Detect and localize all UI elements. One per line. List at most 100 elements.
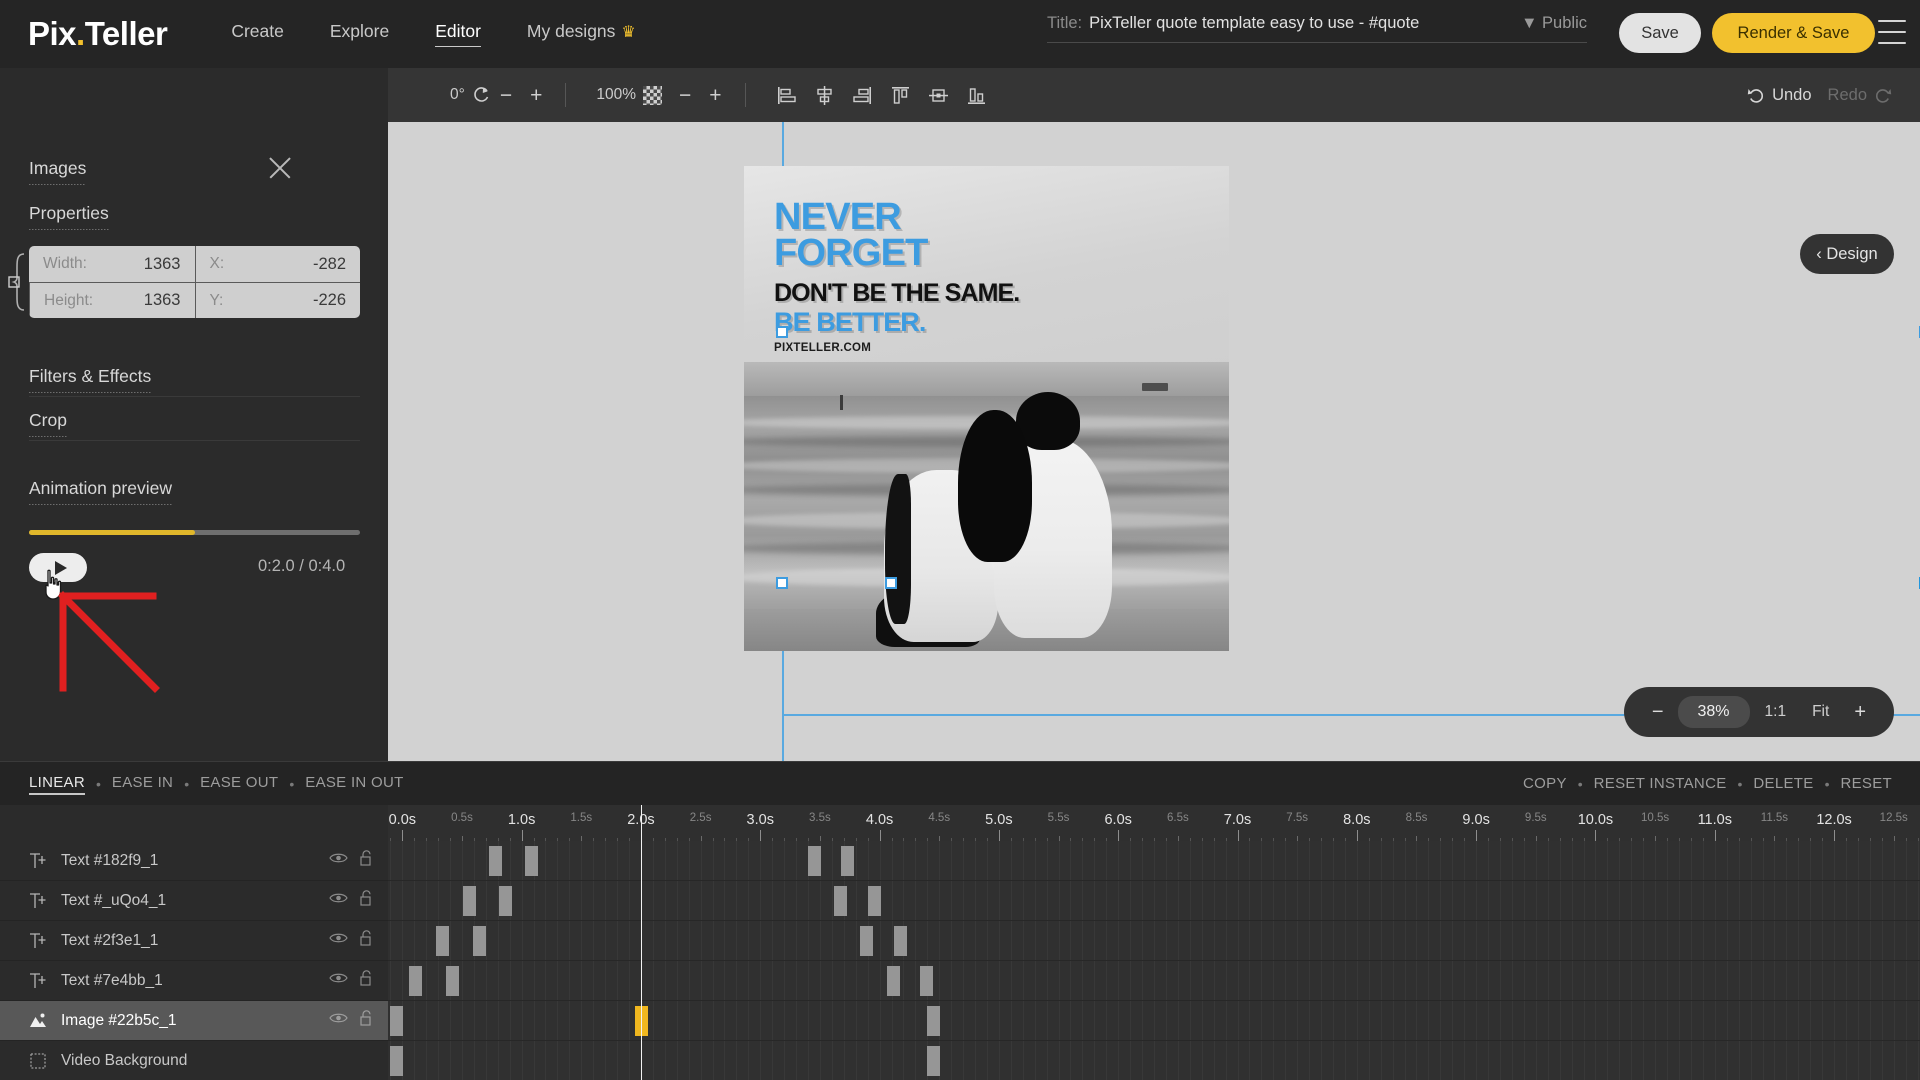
eye-icon[interactable] [329, 851, 348, 865]
eye-icon[interactable] [329, 931, 348, 950]
render-and-save-button[interactable]: Render & Save [1712, 13, 1875, 53]
unlock-icon[interactable] [359, 1009, 374, 1032]
unlock-icon[interactable] [359, 969, 374, 987]
rotate-cw-icon[interactable] [471, 85, 491, 105]
eye-icon[interactable] [329, 891, 348, 905]
action-reset-instance[interactable]: RESET INSTANCE [1594, 775, 1727, 792]
keyframe-block[interactable] [472, 926, 486, 956]
unlock-icon[interactable] [359, 969, 374, 992]
x-value[interactable]: -282 [313, 255, 346, 274]
easing-option-linear[interactable]: LINEAR [29, 774, 85, 795]
keyframe-block[interactable] [807, 846, 821, 876]
design-poster-image[interactable]: NEVER FORGET DON'T BE THE SAME. BE BETTE… [744, 166, 1229, 651]
unlock-icon[interactable] [359, 849, 374, 872]
save-button[interactable]: Save [1619, 13, 1701, 53]
action-reset[interactable]: RESET [1840, 775, 1892, 792]
easing-option-ease-in-out[interactable]: EASE IN OUT [305, 774, 403, 794]
eye-icon[interactable] [329, 891, 348, 910]
properties-section-header[interactable]: Properties [29, 203, 109, 230]
opacity-decrease-button[interactable]: − [670, 85, 700, 106]
align-center-horizontal-icon[interactable] [814, 85, 835, 106]
layer-row[interactable]: Text #2f3e1_1 [0, 921, 388, 961]
filters-effects-section-header[interactable]: Filters & Effects [29, 366, 152, 393]
zoom-actual-size-button[interactable]: 1:1 [1754, 703, 1798, 721]
eye-icon[interactable] [329, 971, 348, 990]
checkerboard-icon[interactable] [643, 85, 663, 105]
opacity-value[interactable]: 100% [596, 86, 636, 104]
y-position-field[interactable]: Y: -226 [194, 282, 360, 318]
visibility-dropdown[interactable]: ▼ Public [1521, 14, 1587, 33]
undo-button[interactable]: Undo [1747, 86, 1812, 105]
timeline-track[interactable] [388, 1001, 1920, 1041]
width-value[interactable]: 1363 [144, 255, 181, 274]
keyframe-block[interactable] [435, 926, 449, 956]
timeline-ruler[interactable]: 0.0s0.5s1.0s1.5s2.0s2.5s3.0s3.5s4.0s4.5s… [388, 805, 1920, 841]
eye-icon[interactable] [329, 1011, 348, 1025]
zoom-fit-button[interactable]: Fit [1801, 703, 1840, 721]
timeline-track[interactable] [388, 921, 1920, 961]
align-top-icon[interactable] [890, 85, 911, 106]
height-value[interactable]: 1363 [144, 291, 181, 310]
keyframe-block[interactable] [390, 1006, 404, 1036]
zoom-in-button[interactable]: + [1844, 702, 1876, 722]
align-bottom-icon[interactable] [966, 85, 987, 106]
layer-row[interactable]: Video Background [0, 1041, 388, 1080]
timeline-track[interactable] [388, 1041, 1920, 1080]
keyframe-block[interactable] [867, 886, 881, 916]
unlock-icon[interactable] [359, 889, 374, 907]
keyframe-block[interactable] [489, 846, 503, 876]
zoom-out-button[interactable]: − [1642, 702, 1674, 722]
eye-icon[interactable] [329, 971, 348, 985]
selection-handle-bottom-left[interactable] [776, 577, 788, 589]
layer-row[interactable]: Text #_uQo4_1 [0, 881, 388, 921]
unlock-icon[interactable] [359, 889, 374, 912]
eye-icon[interactable] [329, 931, 348, 945]
eye-icon[interactable] [329, 851, 348, 870]
action-delete[interactable]: DELETE [1753, 775, 1813, 792]
rotation-value[interactable]: 0° [450, 86, 465, 104]
layer-row[interactable]: Image #22b5c_1 [0, 1001, 388, 1041]
timeline-track[interactable] [388, 881, 1920, 921]
keyframe-block[interactable] [920, 966, 934, 996]
link-dimensions-icon[interactable] [8, 251, 30, 313]
easing-option-ease-in[interactable]: EASE IN [112, 774, 173, 794]
keyframe-block[interactable] [886, 966, 900, 996]
selection-handle-middle-left[interactable] [776, 326, 788, 338]
rotation-decrease-button[interactable]: − [491, 85, 521, 106]
keyframe-block[interactable] [390, 1046, 404, 1076]
rotation-increase-button[interactable]: + [521, 85, 551, 106]
keyframe-block[interactable] [446, 966, 460, 996]
y-value[interactable]: -226 [313, 291, 346, 310]
crop-section-header[interactable]: Crop [29, 410, 67, 437]
keyframe-block[interactable] [893, 926, 907, 956]
keyframe-block[interactable] [927, 1006, 941, 1036]
keyframe-block[interactable] [525, 846, 539, 876]
action-copy[interactable]: COPY [1523, 775, 1567, 792]
timeline-track[interactable] [388, 841, 1920, 881]
align-left-icon[interactable] [776, 85, 797, 106]
easing-option-ease-out[interactable]: EASE OUT [200, 774, 278, 794]
width-field[interactable]: Width: 1363 [29, 246, 195, 282]
design-panel-toggle[interactable]: ‹ Design [1800, 234, 1894, 274]
menu-hamburger-icon[interactable] [1878, 20, 1906, 44]
timeline-track[interactable] [388, 961, 1920, 1001]
timeline-tracks[interactable] [388, 841, 1920, 1080]
keyframe-block[interactable] [498, 886, 512, 916]
keyframe-block[interactable] [409, 966, 423, 996]
nav-link-explore[interactable]: Explore [330, 21, 389, 47]
pixteller-logo[interactable]: Pix.Teller [28, 15, 168, 53]
keyframe-block[interactable] [841, 846, 855, 876]
nav-link-my-designs[interactable]: My designs ♛ [527, 21, 636, 47]
animation-preview-header[interactable]: Animation preview [29, 478, 172, 505]
keyframe-block[interactable] [860, 926, 874, 956]
opacity-increase-button[interactable]: + [700, 85, 730, 106]
unlock-icon[interactable] [359, 929, 374, 952]
playhead-ruler-marker[interactable] [640, 805, 643, 841]
close-icon[interactable] [266, 154, 294, 182]
timeline-playhead[interactable] [640, 841, 643, 1080]
animation-progress-bar[interactable] [29, 530, 360, 535]
x-position-field[interactable]: X: -282 [194, 246, 361, 282]
nav-link-editor[interactable]: Editor [435, 21, 481, 47]
nav-link-create[interactable]: Create [231, 21, 284, 47]
keyframe-block[interactable] [463, 886, 477, 916]
